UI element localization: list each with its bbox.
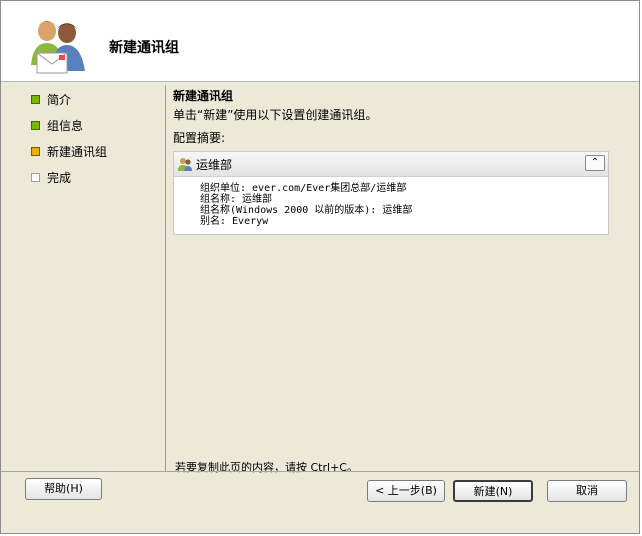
summary-body: 组织单位: ever.com/Ever集团总部/运维部 组名称: 运维部 组名称(W… (174, 177, 608, 227)
nav-item-intro[interactable]: 简介 (31, 89, 161, 115)
wizard-window: 新建通讯组 简介 组信息 新建通讯组 完成 新建通讯组 单击“新建”使用以下设置… (0, 0, 640, 534)
summary-line-group-name: 组名称: 运维部 (200, 194, 273, 205)
users-mail-icon (31, 21, 85, 74)
summary-header[interactable]: 运维部 ⌃ (174, 152, 608, 177)
new-button[interactable]: 新建(N) (453, 480, 533, 502)
nav-item-label: 组信息 (47, 119, 84, 133)
collapse-button[interactable]: ⌃ (585, 155, 605, 171)
footer-divider (1, 471, 639, 472)
summary-line-pre-win2000-name: 组名称(Windows 2000 以前的版本): 运维部 (200, 205, 413, 216)
nav-item-label: 简介 (47, 93, 72, 107)
step-pending-icon (31, 173, 40, 182)
help-button[interactable]: 帮助(H) (25, 478, 102, 500)
wizard-header: 新建通讯组 (1, 1, 639, 82)
nav-divider (165, 85, 166, 471)
copy-hint: 若要复制此页的内容，请按 Ctrl+C。 (175, 461, 358, 474)
step-done-icon (31, 95, 40, 104)
content-area: 新建通讯组 单击“新建”使用以下设置创建通讯组。 (173, 87, 613, 123)
summary-label: 配置摘要: (173, 131, 226, 145)
nav-item-label: 新建通讯组 (47, 145, 108, 159)
summary-panel: 运维部 ⌃ 组织单位: ever.com/Ever集团总部/运维部 组名称: 运维… (173, 151, 609, 235)
summary-header-text: 运维部 (196, 158, 233, 172)
summary-line-ou: 组织单位: ever.com/Ever集团总部/运维部 (200, 183, 407, 194)
summary-line-alias: 别名: Everyw (200, 216, 269, 227)
nav-item-new-group[interactable]: 新建通讯组 (31, 141, 161, 167)
wizard-nav: 简介 组信息 新建通讯组 完成 (31, 89, 161, 193)
page-title: 新建通讯组 (109, 40, 179, 56)
step-done-icon (31, 121, 40, 130)
nav-item-finish[interactable]: 完成 (31, 167, 161, 193)
back-button[interactable]: < 上一步(B) (367, 480, 445, 502)
users-icon (178, 158, 192, 171)
chevron-up-icon: ⌃ (590, 157, 600, 168)
step-current-icon (31, 147, 40, 156)
cancel-button[interactable]: 取消 (547, 480, 627, 502)
nav-item-group-info[interactable]: 组信息 (31, 115, 161, 141)
section-title: 新建通讯组 (173, 89, 234, 103)
nav-item-label: 完成 (47, 171, 72, 185)
section-description: 单击“新建”使用以下设置创建通讯组。 (173, 108, 378, 122)
